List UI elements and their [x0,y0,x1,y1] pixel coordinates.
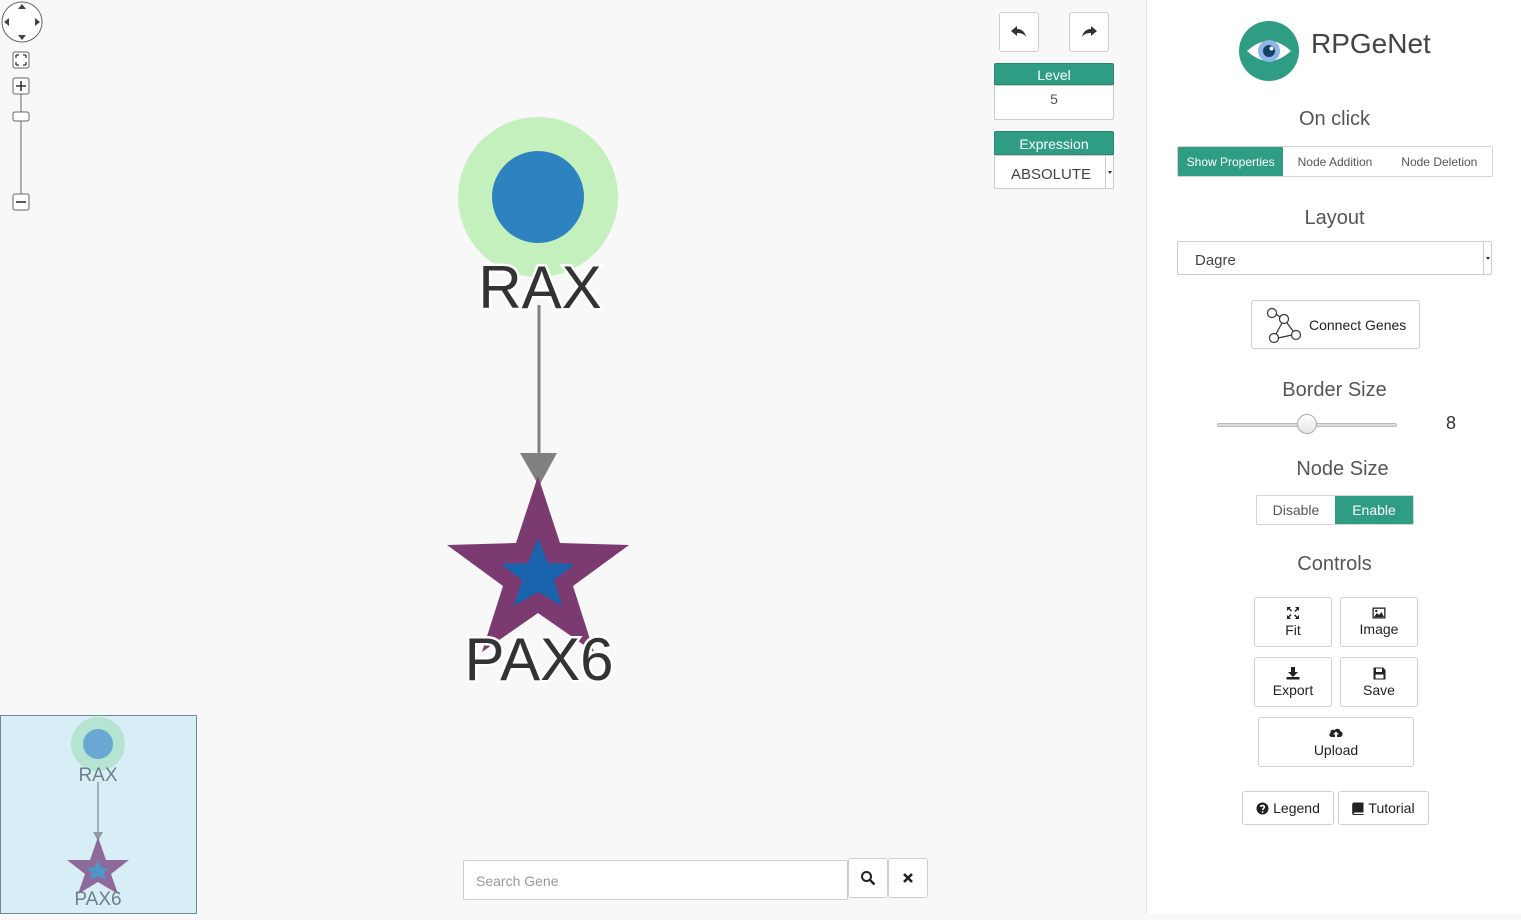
image-label: Image [1359,621,1399,637]
node-size-title: Node Size [1296,458,1389,480]
network-canvas[interactable]: RAX PAX6 Level 5 Expression ABSOLUTE Sea… [0,0,1146,914]
undo-button[interactable] [999,12,1039,52]
on-click-show-properties[interactable]: Show Properties [1178,147,1284,176]
clear-search-button[interactable] [888,858,928,898]
level-input[interactable]: 5 [994,85,1114,120]
save-button[interactable]: Save [1340,657,1418,707]
question-circle-icon [1256,802,1269,814]
redo-button[interactable] [1069,12,1109,52]
border-size-value: 8 [1446,413,1457,433]
on-click-node-addition[interactable]: Node Addition [1283,147,1387,176]
save-label: Save [1363,681,1395,698]
border-size-title: Border Size [1282,379,1387,401]
navigator-minimap[interactable]: RAX PAX6 [0,715,197,914]
node-label-rax: RAX [478,254,601,321]
node-size-toggle: Disable Enable [1256,495,1414,525]
cloud-upload-icon [1329,728,1343,739]
export-label: Export [1272,682,1314,698]
legend-button[interactable]: Legend [1242,791,1334,825]
search-button[interactable] [848,858,888,898]
expression-label: Expression [994,131,1114,155]
minimap-label-rax: RAX [78,765,117,786]
image-icon [1372,607,1386,619]
chevron-down-icon [1483,242,1491,274]
search-input[interactable]: Search Gene [463,860,848,900]
search-icon [861,871,876,886]
app-logo [1238,21,1300,86]
image-button[interactable]: Image [1340,597,1418,647]
node-label-pax6: PAX6 [465,626,614,693]
node-size-enable[interactable]: Enable [1335,496,1413,524]
on-click-node-deletion[interactable]: Node Deletion [1386,147,1492,176]
chevron-down-icon [1105,156,1113,188]
level-label: Level [994,63,1114,85]
connect-genes-button[interactable]: Connect Genes [1251,300,1420,349]
fit-button[interactable]: Fit [1254,597,1332,647]
sidebar-panel: RPGeNet On click Show Properties Node Ad… [1146,0,1521,914]
tutorial-button[interactable]: Tutorial [1338,791,1429,825]
layout-select[interactable]: Dagre [1177,241,1492,275]
minimap-graph: RAX PAX6 [67,717,129,910]
expand-icon [1287,607,1299,619]
on-click-toggle: Show Properties Node Addition Node Delet… [1177,146,1493,177]
upload-label: Upload [1313,741,1359,758]
minimap-label-pax6: PAX6 [74,889,121,910]
download-icon [1286,667,1300,680]
border-size-slider-handle[interactable] [1297,414,1317,434]
connect-genes-label: Connect Genes [1309,316,1407,333]
network-icon [1266,307,1302,343]
layout-select-value: Dagre [1195,252,1236,269]
undo-icon [1011,26,1026,37]
upload-button[interactable]: Upload [1258,717,1414,767]
on-click-title: On click [1298,108,1371,130]
eye-icon [1239,21,1299,81]
fit-label: Fit [1285,622,1301,638]
export-button[interactable]: Export [1254,657,1332,707]
legend-label: Legend [1273,800,1320,816]
book-icon [1352,802,1364,815]
close-icon [903,873,913,883]
expression-select[interactable]: ABSOLUTE [994,155,1114,189]
expression-select-value: ABSOLUTE [1011,166,1092,183]
tutorial-label: Tutorial [1368,800,1415,816]
graph-node-rax[interactable]: RAX [458,117,618,324]
controls-title: Controls [1297,553,1372,575]
redo-icon [1082,26,1097,37]
graph-node-pax6[interactable]: PAX6 [447,476,629,696]
border-size-slider[interactable] [1217,414,1397,434]
search-placeholder: Search Gene [476,873,559,889]
app-title: RPGeNet [1311,28,1431,59]
layout-title: Layout [1304,207,1365,229]
node-size-disable[interactable]: Disable [1257,496,1335,524]
floppy-disk-icon [1373,667,1385,679]
